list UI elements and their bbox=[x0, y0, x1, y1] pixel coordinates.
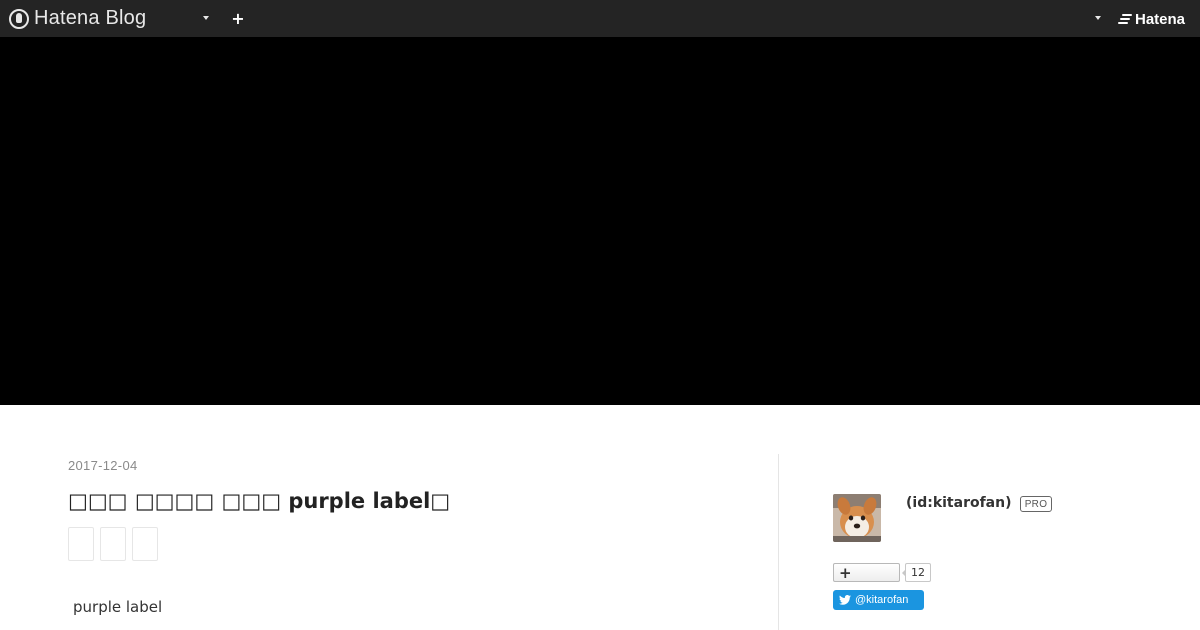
header-image bbox=[0, 37, 1200, 405]
share-button[interactable] bbox=[100, 527, 126, 561]
profile-id[interactable]: (id:kitarofan) bbox=[906, 495, 1012, 511]
profile-avatar[interactable] bbox=[833, 494, 881, 542]
hatena-blog-logo[interactable]: Hatena Blog bbox=[9, 5, 146, 32]
entry-content: purple label bbox=[73, 598, 163, 616]
share-button[interactable] bbox=[68, 527, 94, 561]
hatena-blog-pen-icon bbox=[9, 8, 29, 29]
share-button[interactable] bbox=[132, 527, 158, 561]
twitter-bird-icon bbox=[839, 595, 851, 605]
pro-badge: PRO bbox=[1020, 496, 1052, 512]
hatena-logo[interactable]: Hatena bbox=[1118, 9, 1185, 29]
plus-icon: + bbox=[839, 563, 852, 582]
dog-avatar-image bbox=[833, 494, 881, 542]
hatena-wings-icon bbox=[1118, 14, 1132, 24]
caret-down-icon bbox=[203, 16, 209, 20]
new-post-button[interactable]: + bbox=[228, 8, 248, 28]
account-menu-toggle[interactable] bbox=[1089, 8, 1107, 28]
entry-date[interactable]: 2017-12-04 bbox=[68, 458, 138, 473]
brand-name: Hatena Blog bbox=[34, 7, 147, 29]
global-header: Hatena Blog + Hatena bbox=[0, 0, 1200, 37]
hatena-logo-text: Hatena bbox=[1135, 10, 1186, 28]
blogs-menu-toggle[interactable] bbox=[196, 8, 216, 28]
subscriber-count: 12 bbox=[902, 563, 931, 582]
twitter-handle: @kitarofan bbox=[855, 594, 909, 606]
plus-icon: + bbox=[231, 8, 245, 28]
subscribe-button[interactable]: + bbox=[833, 563, 900, 582]
sidebar-divider bbox=[778, 454, 779, 630]
entry-title: □□□ □□□□ □□□ purple label□ bbox=[68, 489, 451, 513]
twitter-follow-button[interactable]: @kitarofan bbox=[833, 590, 924, 610]
caret-down-icon bbox=[1095, 16, 1101, 20]
share-buttons bbox=[68, 527, 158, 561]
